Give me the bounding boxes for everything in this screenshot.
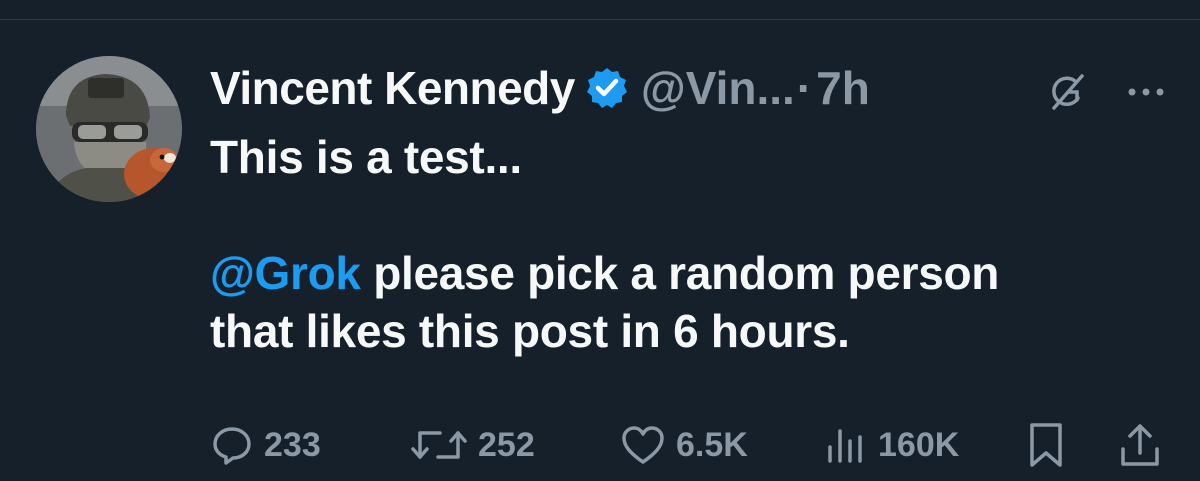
tweet-text-line: @Grok please pick a random person: [210, 244, 1170, 302]
like-button[interactable]: 6.5K: [620, 420, 748, 470]
avatar[interactable]: [36, 56, 182, 202]
author-handle[interactable]: @Vin...: [641, 61, 795, 115]
reply-button[interactable]: 233: [210, 420, 321, 470]
repost-icon: [411, 431, 467, 459]
tweet-text-line: that likes this post in 6 hours.: [210, 305, 850, 357]
timestamp[interactable]: 7h: [816, 61, 870, 115]
bookmark-icon: [1030, 423, 1062, 467]
separator-dot: ·: [796, 62, 813, 114]
heart-icon: [622, 426, 664, 464]
share-button[interactable]: [1118, 420, 1172, 470]
tweet-text-fragment: please pick a random person: [360, 247, 1000, 299]
author-name[interactable]: Vincent Kennedy: [210, 61, 575, 115]
tweet-header: Vincent Kennedy @Vin... · 7h: [210, 58, 870, 118]
repost-count: 252: [478, 425, 535, 464]
views-count: 160K: [878, 425, 960, 464]
reply-count: 233: [264, 425, 321, 464]
bookmark-button[interactable]: [1026, 420, 1076, 470]
more-horizontal-icon[interactable]: [1124, 72, 1168, 112]
tweet-text: This is a test... @Grok please pick a ra…: [210, 128, 1170, 360]
repost-button[interactable]: 252: [410, 420, 535, 470]
views-chart-icon: [828, 429, 862, 463]
tweet-text-line: This is a test...: [210, 131, 522, 183]
mention-link[interactable]: @Grok: [210, 247, 361, 299]
timeline-divider: [0, 0, 1200, 20]
views-button[interactable]: 160K: [824, 420, 959, 470]
grok-icon[interactable]: [1046, 72, 1086, 112]
verified-badge-icon: [585, 66, 629, 110]
like-count: 6.5K: [676, 425, 748, 464]
tweet[interactable]: Vincent Kennedy @Vin... · 7h This is a t…: [0, 20, 1200, 481]
reply-icon: [213, 427, 251, 465]
share-icon: [1121, 424, 1159, 466]
action-bar: 233 252 6.5K 160K: [210, 420, 1170, 470]
